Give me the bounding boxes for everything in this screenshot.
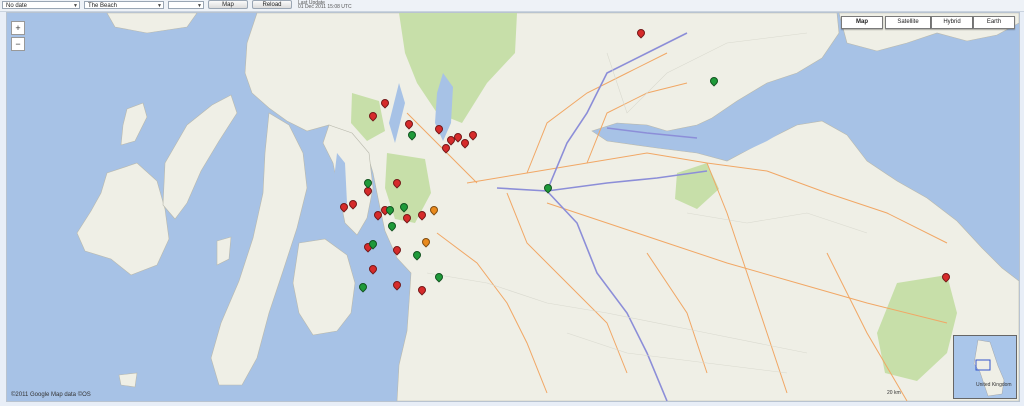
zoom-in-button[interactable]: +: [11, 21, 25, 35]
map-marker-red[interactable]: [337, 201, 350, 213]
scale-bar: 20 km: [887, 390, 901, 396]
status-text: Last Update 01 Dec 2011 15:08 UTC: [298, 1, 352, 10]
map-canvas[interactable]: + − Map Satellite Hybrid Earth ©2011 Goo…: [6, 12, 1020, 402]
chevron-down-icon: ▼: [73, 3, 78, 9]
map-marker-green[interactable]: [398, 201, 411, 213]
map-marker-green[interactable]: [542, 182, 555, 194]
marker-layer: [7, 13, 1019, 401]
map-marker-green[interactable]: [406, 129, 418, 141]
date-select[interactable]: No date ▼: [2, 1, 80, 9]
map-marker-green[interactable]: [386, 220, 398, 232]
map-marker-orange[interactable]: [428, 204, 440, 216]
map-marker-red[interactable]: [379, 96, 391, 109]
map-marker-red[interactable]: [347, 198, 359, 210]
status-line: 01 Dec 2011 15:08 UTC: [298, 4, 352, 10]
location-select-value: The Beach: [88, 3, 118, 9]
date-select-value: No date: [6, 3, 28, 9]
map-marker-red[interactable]: [391, 244, 403, 256]
map-marker-red[interactable]: [391, 177, 403, 189]
overview-tiles: [954, 336, 1016, 398]
map-button[interactable]: Map: [208, 0, 248, 9]
map-marker-green[interactable]: [411, 249, 423, 261]
maptype-hybrid-button[interactable]: Hybrid: [931, 16, 973, 29]
chevron-down-icon: ▼: [197, 3, 202, 9]
map-marker-red[interactable]: [367, 262, 379, 275]
map-marker-red[interactable]: [940, 270, 952, 283]
overview-map[interactable]: United Kingdom: [953, 335, 1017, 399]
maptype-earth-button[interactable]: Earth: [973, 16, 1015, 29]
toolbar: No date ▼ The Beach ▼ ▼ Map Reload Last Up…: [0, 0, 1024, 12]
map-marker-red[interactable]: [635, 27, 647, 39]
map-marker-red[interactable]: [391, 278, 403, 291]
reload-button[interactable]: Reload: [252, 0, 292, 9]
filter-select[interactable]: ▼: [168, 1, 204, 9]
map-marker-red[interactable]: [367, 110, 379, 122]
location-select[interactable]: The Beach ▼: [84, 1, 164, 9]
map-marker-red[interactable]: [415, 284, 428, 296]
maptype-map-button[interactable]: Map: [841, 16, 883, 29]
map-marker-green[interactable]: [432, 270, 445, 283]
chevron-down-icon: ▼: [157, 3, 162, 9]
map-marker-orange[interactable]: [420, 236, 433, 248]
map-marker-green[interactable]: [357, 281, 369, 293]
zoom-out-button[interactable]: −: [11, 37, 25, 51]
map-attribution: ©2011 Google Map data ©OS: [11, 392, 91, 398]
overview-label: United Kingdom: [976, 382, 1012, 388]
maptype-satellite-button[interactable]: Satellite: [885, 16, 931, 29]
map-marker-red[interactable]: [401, 212, 413, 224]
map-marker-red[interactable]: [415, 209, 428, 221]
map-marker-red[interactable]: [467, 129, 479, 141]
map-marker-red[interactable]: [403, 118, 416, 130]
map-marker-green[interactable]: [708, 75, 720, 87]
map-marker-green[interactable]: [362, 177, 374, 189]
zoom-control: + −: [11, 21, 25, 79]
map-marker-red[interactable]: [432, 123, 445, 136]
